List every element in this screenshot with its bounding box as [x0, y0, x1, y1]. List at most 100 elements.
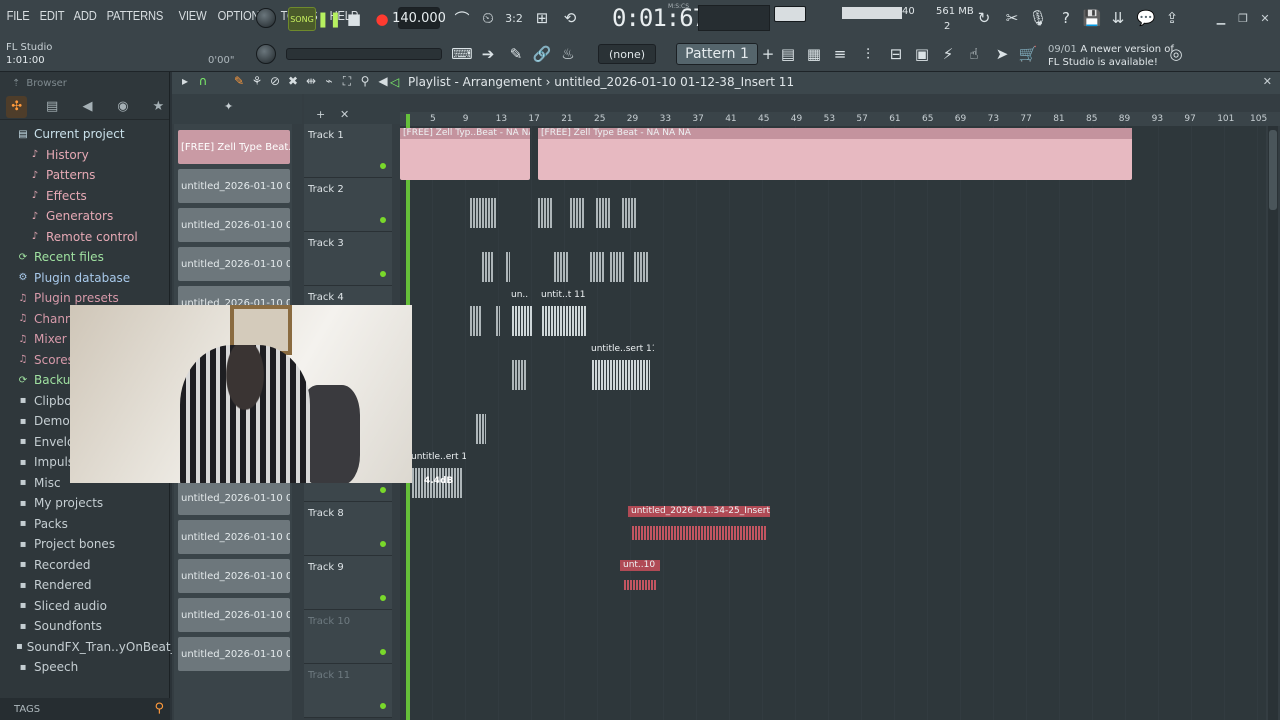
playlist-close-icon[interactable]: ✕	[1263, 75, 1272, 88]
piano-roll-icon[interactable]: ⌨	[450, 42, 474, 66]
countdown-icon[interactable]: 3:2	[502, 6, 526, 30]
snap-select[interactable]: (none)	[598, 44, 656, 64]
remove-track-icon[interactable]: ✕	[340, 108, 349, 121]
playback-tool-icon[interactable]: ◀	[376, 74, 390, 92]
menu-add[interactable]: ADD	[71, 8, 99, 28]
picker-arrows-icon[interactable]: ✦	[224, 100, 233, 113]
ghost-clip[interactable]	[630, 236, 652, 288]
pin-icon[interactable]: ⇡	[12, 78, 20, 89]
clip-t4-a[interactable]: un..	[508, 290, 536, 342]
vertical-scrollbar[interactable]	[1268, 126, 1278, 720]
step-edit-icon[interactable]: ⊞	[530, 6, 554, 30]
scrollbar-thumb[interactable]	[1269, 130, 1277, 210]
project-icon[interactable]: ▣	[910, 42, 934, 66]
mute-tool-icon[interactable]: ✖	[286, 74, 300, 92]
master-volume-knob[interactable]	[256, 8, 276, 28]
browser-item-history[interactable]: ♪ History	[0, 145, 169, 166]
pattern-item[interactable]: untitled_2026-01-10 00-..	[178, 559, 290, 593]
globe-icon[interactable]: ◎	[1164, 42, 1188, 66]
play-button[interactable]: ❚❚	[316, 7, 341, 31]
export-icon[interactable]: ⇪	[1160, 6, 1184, 30]
browser-item-packs[interactable]: ▪ Packs	[0, 514, 169, 535]
browser-all-icon[interactable]: ✣	[6, 95, 28, 118]
ghost-clip[interactable]	[466, 290, 486, 342]
restore-icon[interactable]: ❐	[1236, 12, 1250, 25]
tempo-display[interactable]: 140.000	[392, 7, 446, 29]
clip-t8[interactable]: untitled_2026-01..34-25_Insert 10	[628, 506, 770, 558]
menu-edit[interactable]: EDIT	[37, 8, 67, 28]
metronome-icon[interactable]: ⌒	[450, 6, 474, 30]
browser-item-recent-files[interactable]: ⟳ Recent files	[0, 247, 169, 268]
undo-icon[interactable]: ↻	[972, 6, 996, 30]
tags-label[interactable]: TAGS	[14, 704, 40, 715]
browser-item-plugin-database[interactable]: ⚙ Plugin database	[0, 268, 169, 289]
pattern-selector[interactable]: Pattern 1	[676, 43, 758, 65]
track-mute-led[interactable]	[380, 541, 386, 547]
track-header[interactable]: Track 1	[304, 124, 392, 178]
track-mute-led[interactable]	[380, 217, 386, 223]
ghost-clip[interactable]	[592, 182, 614, 234]
microphone-icon[interactable]: 🎙	[1026, 6, 1050, 30]
ghost-clip[interactable]	[606, 236, 628, 288]
browser-item-soundfonts[interactable]: ▪ Soundfonts	[0, 616, 169, 637]
browser-item-sliced-audio[interactable]: ▪ Sliced audio	[0, 596, 169, 617]
select-tool-icon[interactable]: ⛶	[340, 74, 354, 92]
chat-icon[interactable]: 💬	[1134, 6, 1158, 30]
ghost-clip[interactable]	[566, 182, 588, 234]
cart-icon[interactable]: 🛒	[1016, 42, 1040, 66]
menu-view[interactable]: VIEW	[176, 8, 209, 28]
track-header[interactable]: Track 10	[304, 610, 392, 664]
browser-item-soundfx-tran-yonbeat-com[interactable]: ▪ SoundFX_Tran..yOnBeat_com	[0, 637, 202, 658]
playlist-icon[interactable]: ▤	[776, 42, 800, 66]
ghost-clip[interactable]	[502, 236, 514, 288]
track-mute-led[interactable]	[380, 649, 386, 655]
timeline-ruler[interactable]: 5 9 13 17 21 25 29 33 37 41 45 49 53 57 61 65 69 73 77 81 85…	[400, 112, 1280, 126]
ghost-clip[interactable]	[478, 236, 498, 288]
pattern-item[interactable]: untitled_2026-01-10 00-..	[178, 481, 290, 515]
render-icon[interactable]: ⇊	[1106, 6, 1130, 30]
wait-input-icon[interactable]: ⏲	[476, 6, 500, 30]
marketplace-icon[interactable]: ➤	[990, 42, 1014, 66]
minimize-icon[interactable]: ▁	[1214, 12, 1228, 25]
plugin-icon[interactable]: ⫶	[856, 42, 880, 66]
delete-tool-icon[interactable]: ⊘	[268, 74, 282, 92]
track-mute-led[interactable]	[380, 487, 386, 493]
menu-patterns[interactable]: PATTERNS	[104, 8, 166, 28]
record-button[interactable]: ●	[370, 7, 394, 31]
browser-item-generators[interactable]: ♪ Generators	[0, 206, 169, 227]
slice-tool-icon[interactable]: ⌁	[322, 74, 336, 92]
browser-item-speech[interactable]: ▪ Speech	[0, 657, 169, 678]
stamp-icon[interactable]: ♨	[556, 42, 580, 66]
browser-star-icon[interactable]: ★	[148, 96, 169, 118]
pattern-item[interactable]: untitled_2026-01-10 00-..	[178, 520, 290, 554]
track-header[interactable]: Track 2	[304, 178, 392, 232]
plug-icon[interactable]: ⚡	[936, 42, 960, 66]
master-volume-slider[interactable]	[286, 48, 442, 60]
ghost-clip[interactable]	[472, 398, 490, 450]
playlist-menu-icon[interactable]: ▸	[178, 74, 192, 92]
arrangement-grid[interactable]	[400, 126, 1266, 720]
browser-item-current-project[interactable]: ▤ Current project	[0, 124, 169, 145]
add-track-icon[interactable]: +	[316, 108, 325, 121]
pattern-item[interactable]: untitled_2026-01-10 00-..	[178, 247, 290, 281]
touch-icon[interactable]: ☝	[962, 42, 986, 66]
track-header[interactable]: Track 8	[304, 502, 392, 556]
browser-item-patterns[interactable]: ♪ Patterns	[0, 165, 169, 186]
ghost-clip[interactable]	[550, 236, 572, 288]
close-icon[interactable]: ✕	[1258, 12, 1272, 25]
loop-record-icon[interactable]: ⟲	[558, 6, 582, 30]
zoom-tool-icon[interactable]: ⚲	[358, 74, 372, 92]
paint-tool-icon[interactable]: ⚘	[250, 74, 264, 92]
paint-icon[interactable]: ✎	[504, 42, 528, 66]
song-mode-toggle[interactable]: SONG	[288, 7, 316, 31]
mixer-icon[interactable]: ≡	[828, 42, 852, 66]
track-mute-led[interactable]	[380, 703, 386, 709]
ghost-clip[interactable]	[498, 398, 506, 450]
track-mute-led[interactable]	[380, 595, 386, 601]
draw-tool-icon[interactable]: ✎	[232, 74, 246, 92]
pattern-item[interactable]: untitled_2026-01-10 00-..	[178, 637, 290, 671]
browser-speaker-icon[interactable]: ◀	[77, 96, 98, 118]
arrow-right-icon[interactable]: ➔	[476, 42, 500, 66]
ghost-clip[interactable]	[586, 236, 608, 288]
browser-item-effects[interactable]: ♪ Effects	[0, 186, 169, 207]
